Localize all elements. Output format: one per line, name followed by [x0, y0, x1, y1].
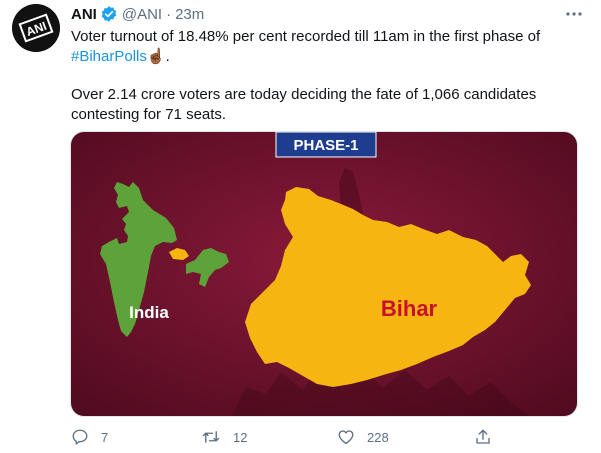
- share-button[interactable]: [474, 426, 492, 448]
- retweet-count: 12: [233, 429, 248, 445]
- retweet-button[interactable]: 12: [201, 426, 247, 448]
- tweet-card[interactable]: ANI ANI @ANI · 23m Voter turnout of 18.4…: [0, 0, 601, 453]
- author-name[interactable]: ANI: [71, 6, 97, 23]
- tweet-timestamp[interactable]: 23m: [175, 6, 204, 23]
- separator-dot: ·: [166, 5, 172, 23]
- tweet-text: Voter turnout of 18.48% per cent recorde…: [71, 27, 571, 124]
- hashtag-suffix: .: [165, 47, 170, 65]
- ani-logo-icon[interactable]: ANI: [12, 4, 60, 52]
- author-handle[interactable]: @ANI: [122, 6, 162, 23]
- tweet-text-line1: Voter turnout of 18.48% per cent recorde…: [71, 28, 541, 45]
- india-label: India: [129, 303, 169, 322]
- like-count: 228: [367, 429, 389, 445]
- reply-button[interactable]: 7: [71, 426, 108, 448]
- verified-badge-icon: [100, 5, 118, 23]
- share-icon: [476, 429, 490, 444]
- tweet-header: ANI @ANI · 23m: [71, 4, 204, 24]
- pointing-finger-emoji: ☝🏾: [146, 47, 166, 65]
- phase-banner-label: PHASE-1: [293, 137, 358, 154]
- hashtag-link[interactable]: #BiharPolls: [71, 48, 147, 65]
- retweet-icon: [202, 431, 220, 443]
- heart-icon: [338, 430, 354, 445]
- tweet-paragraph-2: Over 2.14 crore voters are today decidin…: [71, 86, 537, 123]
- reply-icon: [72, 429, 88, 445]
- reply-count: 7: [101, 429, 109, 445]
- tweet-paragraph-1: Voter turnout of 18.48% per cent recorde…: [71, 27, 571, 66]
- tweet-media-image[interactable]: India Bihar PHASE-1: [70, 131, 578, 417]
- like-button[interactable]: 228: [337, 426, 389, 448]
- more-options-icon[interactable]: [563, 6, 585, 22]
- tweet-actions: 7 12 228: [71, 426, 501, 448]
- bihar-label: Bihar: [381, 296, 438, 321]
